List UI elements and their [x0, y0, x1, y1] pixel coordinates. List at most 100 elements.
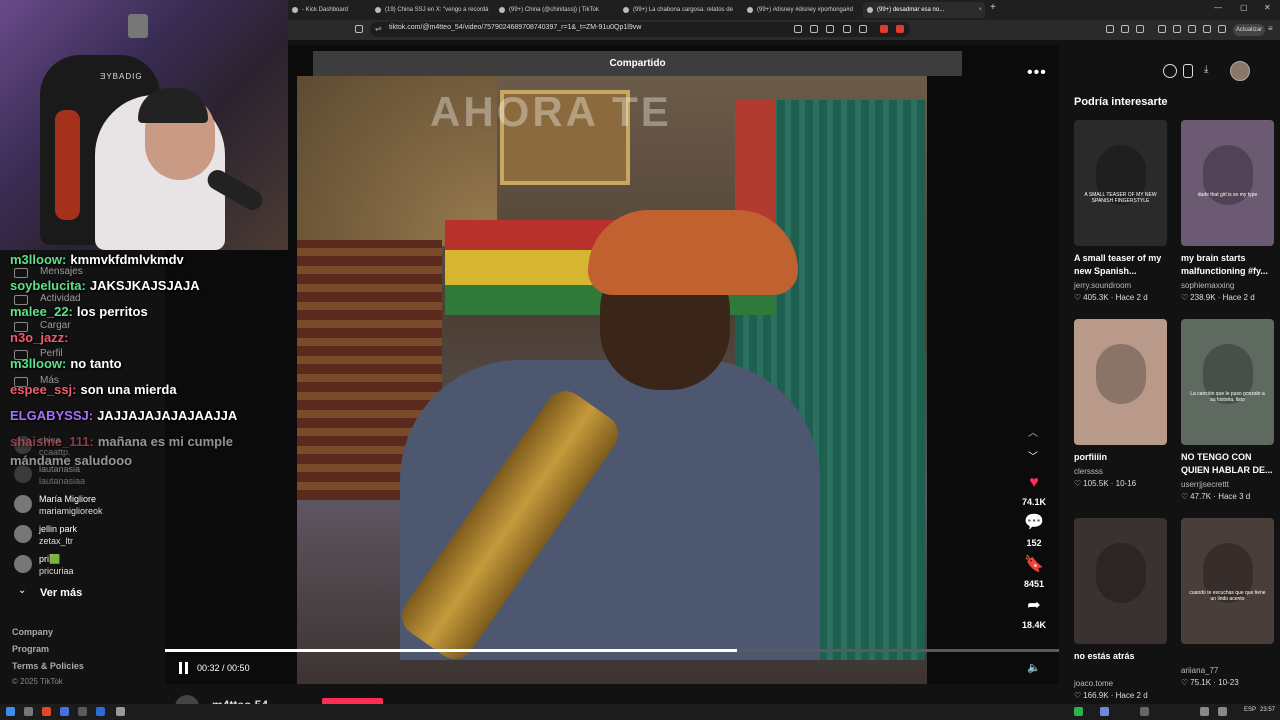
video-title[interactable]: A small teaser of my new Spanish... [1074, 252, 1170, 278]
video-thumbnail[interactable] [1074, 518, 1167, 644]
tray-icon[interactable] [1100, 707, 1109, 716]
sidebar-nav-item[interactable]: Actividad [40, 293, 81, 304]
clock[interactable]: 23:57 [1260, 707, 1275, 713]
video-author[interactable]: ariiana_77 [1181, 666, 1218, 675]
share-arrow-icon[interactable]: ➦ [1024, 597, 1044, 615]
previous-video-icon[interactable]: ︿ [1028, 424, 1038, 439]
video-thumbnail[interactable] [1074, 319, 1167, 445]
shield-icon[interactable] [1218, 25, 1226, 33]
followed-account[interactable]: jellin park zetax_ltr [39, 523, 77, 547]
explore-icon[interactable] [1163, 64, 1177, 78]
app-taskbar-icon[interactable] [78, 707, 87, 716]
translate-icon[interactable] [826, 25, 834, 33]
url-text[interactable]: tiktok.com/@m4tteo_54/video/757902468970… [389, 24, 641, 31]
video-author[interactable]: sophiemaxxing [1181, 281, 1234, 290]
pause-icon[interactable] [178, 662, 190, 674]
network-icon[interactable] [1200, 707, 1209, 716]
language-indicator[interactable]: ESP [1244, 707, 1256, 713]
volume-icon[interactable]: 🔈 [1027, 661, 1041, 674]
brave-rewards-icon[interactable] [896, 25, 904, 33]
tray-icon-2[interactable] [1140, 707, 1149, 716]
video-title[interactable]: my brain starts malfunctioning #fy... [1181, 252, 1277, 278]
video-title[interactable]: porfiiiin [1074, 451, 1170, 464]
extension-icon-3[interactable] [1136, 25, 1144, 33]
update-button[interactable]: Actualizar [1233, 24, 1265, 36]
menu-icon[interactable]: ≡ [1268, 24, 1273, 33]
webcam-chair-accent [55, 110, 80, 220]
video-meta: ♡ 75.1K · 10-23 [1181, 678, 1239, 687]
extension-icon-2[interactable] [1121, 25, 1129, 33]
bookmark-save-icon[interactable]: 🔖 [1024, 556, 1044, 574]
video-author[interactable]: joaco.tome [1074, 679, 1113, 688]
browser-tab[interactable]: (99+) desadmar esa no... × [863, 2, 985, 18]
download-icon[interactable]: ⤓ [1204, 64, 1208, 75]
vpn-icon[interactable] [1203, 25, 1211, 33]
extension-icon[interactable] [1106, 25, 1114, 33]
account-avatar[interactable] [14, 525, 32, 543]
chat-message: m3lloow: no tanto [10, 356, 122, 371]
bookmark-icon[interactable] [355, 25, 363, 33]
app-taskbar-icon-2[interactable] [96, 707, 105, 716]
video-likes: 405.3K [1083, 293, 1109, 302]
footer-terms-link[interactable]: Terms & Policies [12, 661, 84, 671]
chat-message: n3o_jazz: [10, 330, 73, 345]
account-handle: zetax_ltr [39, 536, 74, 546]
brave-shield-icon[interactable] [880, 25, 888, 33]
next-video-icon[interactable]: ﹀ [1028, 448, 1038, 463]
whatsapp-tray-icon[interactable] [1074, 707, 1083, 716]
video-thumbnail[interactable]: dude that girl is so my type [1181, 120, 1274, 246]
brave-taskbar-icon[interactable] [42, 707, 51, 716]
browser-tab[interactable]: (19) China SSJ en X: "vengo a recordá [371, 2, 491, 18]
account-avatar[interactable] [14, 495, 32, 513]
followed-account[interactable]: María Migliore mariamiglioreok [39, 493, 103, 517]
account-avatar[interactable] [14, 555, 32, 573]
zoom-icon[interactable] [843, 25, 851, 33]
followed-account[interactable]: pri🟩 pricuriaa [39, 553, 74, 577]
screenshot-icon[interactable] [810, 25, 818, 33]
close-tab-icon[interactable]: × [978, 2, 982, 18]
sidebar-toggle-icon[interactable] [1173, 25, 1181, 33]
video-thumbnail[interactable]: La canción que le puso gonzalo a su hist… [1181, 319, 1274, 445]
new-tab-button[interactable]: + [990, 2, 996, 13]
more-options-icon[interactable]: ••• [1027, 64, 1047, 82]
maximize-button[interactable]: ▢ [1240, 3, 1248, 12]
browser-tab[interactable]: (99+) China (@chinitassj) | TikTok [495, 2, 615, 18]
browser-tab[interactable]: (99+) #disney #disney #porhonga#d [743, 2, 859, 18]
minimize-button[interactable]: — [1214, 3, 1222, 12]
video-author[interactable]: clerssss [1074, 467, 1103, 476]
obs-taskbar-icon[interactable] [116, 707, 125, 716]
video-title[interactable]: NO TENGO CON QUIEN HABLAR DE... [1181, 451, 1277, 477]
share-icon[interactable] [859, 25, 867, 33]
video-author[interactable]: userrjjsecrettt [1181, 480, 1229, 489]
media-icon[interactable] [1158, 25, 1166, 33]
search-taskbar-icon[interactable] [24, 707, 33, 716]
like-icon[interactable]: ♥ [1024, 474, 1044, 492]
chat-text: son una mierda [80, 382, 177, 397]
video-title[interactable]: no estás atrás [1074, 650, 1170, 663]
start-icon[interactable] [6, 707, 15, 716]
see-more-link[interactable]: Ver más [40, 587, 82, 599]
playback-time: 00:32 / 00:50 [197, 663, 250, 673]
close-window-button[interactable]: ✕ [1264, 3, 1271, 12]
sidebar-nav-icon[interactable] [14, 268, 28, 278]
reader-icon[interactable] [794, 25, 802, 33]
device-icon[interactable] [1183, 64, 1193, 78]
video-thumbnail[interactable]: A SMALL TEASER OF MY NEW SPANISH FINGERS… [1074, 120, 1167, 246]
comment-icon[interactable]: 💬 [1024, 514, 1044, 532]
profile-avatar[interactable] [1230, 61, 1250, 81]
chevron-down-icon[interactable]: ⌄ [18, 585, 26, 596]
account-handle: pricuriaa [39, 566, 74, 576]
discord-taskbar-icon[interactable] [60, 707, 69, 716]
video-likes: 105.5K [1083, 479, 1109, 488]
site-info-icon[interactable]: ⇌ [375, 24, 382, 33]
footer-program-link[interactable]: Program [12, 644, 49, 654]
video-author[interactable]: jerry.soundroom [1074, 281, 1131, 290]
footer-company-link[interactable]: Company [12, 627, 53, 637]
volume-tray-icon[interactable] [1218, 707, 1227, 716]
wallet-icon[interactable] [1188, 25, 1196, 33]
chat-username: ELGABYSSJ: [10, 408, 94, 423]
browser-tab[interactable]: (99+) La chabona cargosa: relatos de [619, 2, 739, 18]
sidebar-nav-item[interactable]: Mensajes [40, 266, 83, 277]
video-thumbnail[interactable]: cuando te escuchas que que tiene un lind… [1181, 518, 1274, 644]
browser-tab[interactable]: - Kick Dashboard [288, 2, 368, 18]
